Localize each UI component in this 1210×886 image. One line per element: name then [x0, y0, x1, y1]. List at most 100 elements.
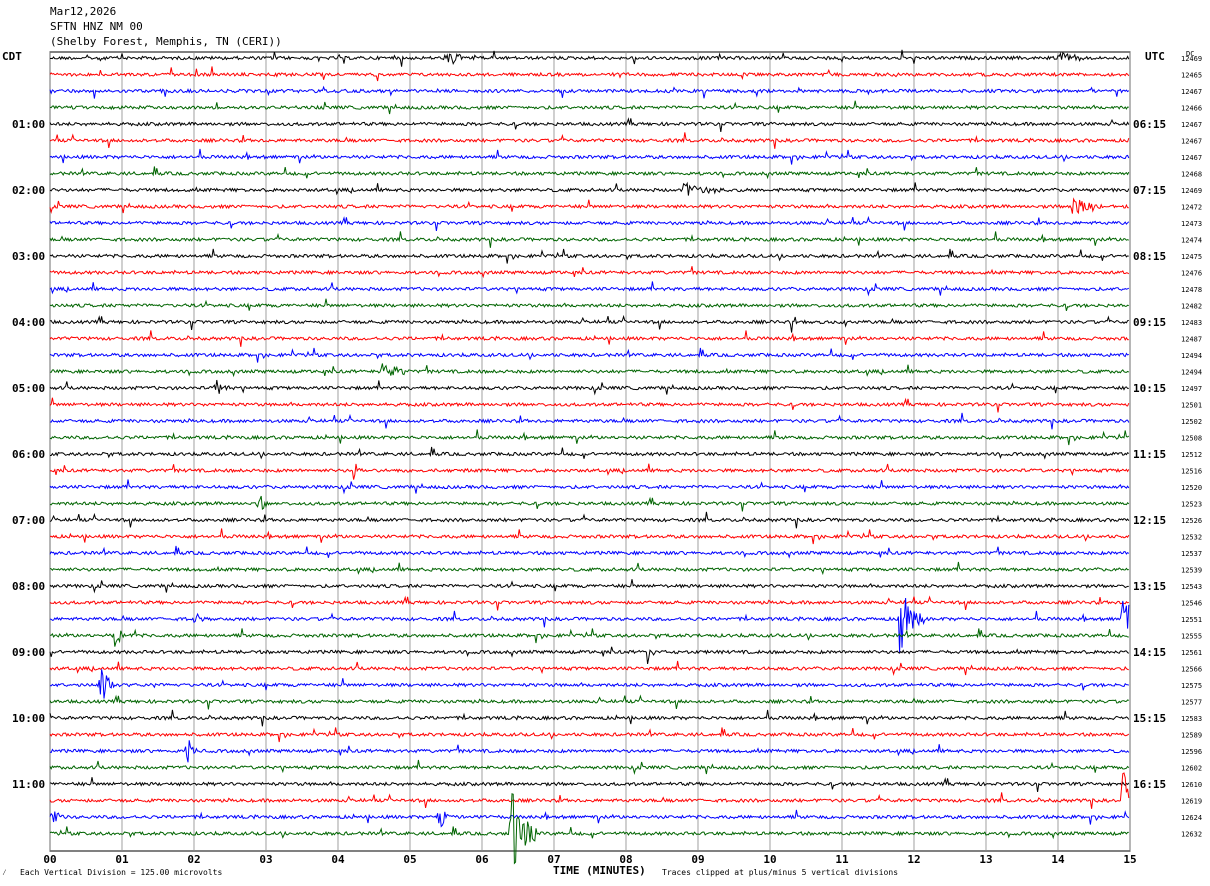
dc-offset-label: 12583: [1181, 715, 1202, 723]
seismogram-plot: 00 01 02 03 04 05 06 07 08 09 10 11 12 13 14 1512469124…: [12, 49, 1202, 866]
cdt-hour-label: 07:00: [12, 514, 45, 527]
cdt-hour-label: 03:00: [12, 250, 45, 263]
seismic-trace: [50, 446, 1130, 460]
dc-offset-label: 12467: [1181, 154, 1202, 162]
dc-offset-label: 12551: [1181, 616, 1202, 624]
dc-offset-label: 12566: [1181, 666, 1202, 674]
dc-offset-label: 12465: [1181, 72, 1202, 80]
seismic-trace: [49, 429, 1130, 446]
dc-offset-label: 12596: [1181, 748, 1202, 756]
dc-offset-label: 12523: [1181, 501, 1202, 509]
x-tick-label: 05: [403, 853, 416, 866]
seismic-trace: [49, 772, 1130, 809]
seismic-trace: [49, 561, 1129, 576]
seismic-trace: [49, 809, 1130, 828]
utc-hour-label: 15:15: [1133, 712, 1166, 725]
cdt-hour-label: 01:00: [12, 118, 45, 131]
cdt-hour-label: 11:00: [12, 778, 45, 791]
dc-offset-label: 12466: [1181, 105, 1202, 113]
dc-offset-label: 12487: [1181, 336, 1202, 344]
dc-offset-label: 12508: [1181, 435, 1202, 443]
seismic-trace: [49, 595, 1129, 611]
utc-hour-label: 06:15: [1133, 118, 1166, 131]
dc-offset-label: 12497: [1181, 385, 1202, 393]
x-tick-label: 06: [475, 853, 489, 866]
x-tick-label: 03: [259, 853, 272, 866]
seismic-trace: [49, 709, 1130, 727]
dc-offset-label: 12494: [1181, 352, 1202, 360]
utc-hour-label: 12:15: [1133, 514, 1166, 527]
dc-offset-label: 12624: [1181, 814, 1202, 822]
seismic-trace: [49, 215, 1130, 231]
utc-hour-label: 11:15: [1133, 448, 1166, 461]
clip-note: Traces clipped at plus/minus 5 vertical …: [662, 868, 899, 877]
x-tick-label: 04: [331, 853, 345, 866]
location-label: (Shelby Forest, Memphis, TN (CERI)): [50, 35, 282, 48]
dc-offset-label: 12555: [1181, 633, 1202, 641]
seismic-trace: [49, 181, 1130, 196]
x-tick-label: 01: [115, 853, 129, 866]
plot-border: [49, 51, 1131, 852]
seismic-trace: [49, 777, 1130, 792]
cdt-hour-label: 02:00: [12, 184, 45, 197]
cdt-hour-label: 06:00: [12, 448, 45, 461]
dc-offset-label: 12577: [1181, 699, 1202, 707]
seismic-trace: [49, 495, 1130, 512]
seismic-trace: [49, 545, 1130, 559]
seismic-trace: [49, 197, 1129, 215]
dc-offset-label: 12467: [1181, 88, 1202, 96]
dc-offset-label: 12561: [1181, 649, 1202, 657]
dc-offset-label: 12482: [1181, 303, 1202, 311]
x-axis-label: TIME (MINUTES): [553, 864, 646, 877]
seismic-trace: [49, 511, 1130, 529]
x-tick-label: 11: [835, 853, 849, 866]
seismic-trace: [49, 793, 1129, 865]
dc-offset-label: 12467: [1181, 138, 1202, 146]
seismic-trace: [49, 479, 1130, 495]
minute-gridlines: [49, 51, 1131, 852]
x-tick-label: 10: [763, 853, 776, 866]
dc-offset-label: 12502: [1181, 418, 1202, 426]
seismic-trace: [49, 669, 1129, 699]
x-tick-label: 14: [1051, 853, 1065, 866]
seismic-trace: [49, 248, 1129, 264]
utc-label: UTC: [1145, 50, 1165, 63]
cdt-hour-label: 10:00: [12, 712, 45, 725]
dc-offset-label: 12501: [1181, 402, 1202, 410]
x-tick-label: 15: [1123, 853, 1136, 866]
dc-offset-label: 12483: [1181, 319, 1202, 327]
seismic-trace: [49, 397, 1130, 413]
dc-offset-label: 12575: [1181, 682, 1202, 690]
seismic-trace: [49, 528, 1130, 545]
dc-offset-label: 12468: [1181, 171, 1202, 179]
seismic-trace: [49, 694, 1129, 710]
seismic-trace: [49, 759, 1130, 776]
seismic-trace: [49, 281, 1130, 297]
seismic-trace: [49, 166, 1130, 180]
dc-offset-label: 12537: [1181, 550, 1202, 558]
dc-offset-label: 12478: [1181, 286, 1202, 294]
dc-label: DC: [1186, 50, 1195, 58]
dc-offset-label: 12610: [1181, 781, 1202, 789]
x-tick-label: 12: [907, 853, 920, 866]
dc-offset-label: 12472: [1181, 204, 1202, 212]
dc-offset-label: 12473: [1181, 220, 1202, 228]
cdt-hour-label: 05:00: [12, 382, 45, 395]
seismic-trace: [49, 579, 1129, 594]
utc-hour-label: 13:15: [1133, 580, 1166, 593]
dc-offset-label: 12494: [1181, 369, 1202, 377]
dc-offset-label: 12512: [1181, 451, 1202, 459]
utc-hour-label: 16:15: [1133, 778, 1166, 791]
seismic-trace: [49, 314, 1129, 333]
dc-offset-label: 12474: [1181, 237, 1202, 245]
dc-offset-label: 12476: [1181, 270, 1202, 278]
corner-mark: ⁄: [2, 868, 7, 877]
x-tick-label: 13: [979, 853, 992, 866]
dc-offset-label: 12543: [1181, 583, 1202, 591]
utc-hour-label: 14:15: [1133, 646, 1166, 659]
seismic-trace: [49, 727, 1130, 743]
cdt-label: CDT: [2, 50, 22, 63]
station-label: SFTN HNZ NM 00: [50, 20, 143, 33]
x-tick-label: 02: [187, 853, 200, 866]
scale-note: Each Vertical Division = 125.00 microvol…: [20, 868, 223, 877]
